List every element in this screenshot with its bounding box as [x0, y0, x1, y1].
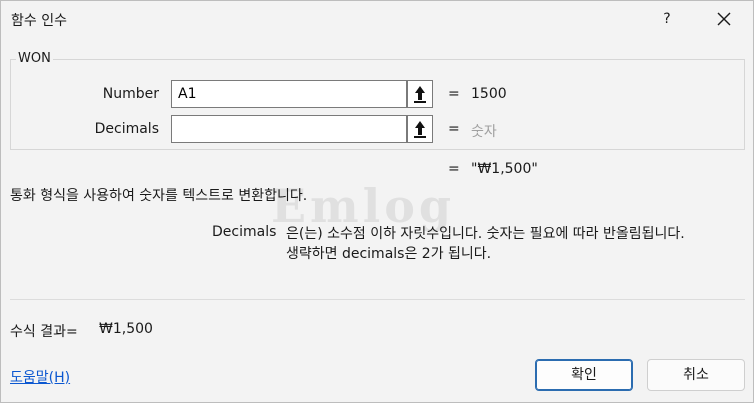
argument-name: Decimals	[212, 224, 277, 240]
collapse-arrow-icon	[414, 121, 426, 138]
function-name: WON	[16, 51, 53, 66]
title-bar: 함수 인수 ?	[1, 1, 753, 39]
function-description: 통화 형식을 사용하여 숫자를 텍스트로 변환합니다.	[10, 188, 308, 204]
cancel-button[interactable]: 취소	[647, 359, 745, 391]
decimals-collapse-button[interactable]	[407, 115, 433, 143]
separator	[10, 299, 745, 300]
number-label: Number	[102, 86, 159, 102]
close-button[interactable]	[709, 5, 739, 33]
number-input[interactable]	[171, 80, 407, 108]
window-title: 함수 인수	[11, 13, 67, 29]
formula-result-label: 수식 결과=	[10, 324, 78, 340]
number-equals: =	[448, 86, 460, 102]
overall-result: "₩1,500"	[471, 161, 538, 177]
number-result: 1500	[471, 86, 507, 102]
decimals-input[interactable]	[171, 115, 407, 143]
formula-result-value: ₩1,500	[99, 321, 153, 337]
argument-description: 은(는) 소수점 이하 자릿수입니다. 숫자는 필요에 따라 반올림됩니다. 생…	[286, 224, 746, 264]
decimals-result: 숫자	[471, 124, 497, 140]
decimals-label: Decimals	[94, 121, 159, 137]
argument-description-line1: 은(는) 소수점 이하 자릿수입니다. 숫자는 필요에 따라 반올림됩니다.	[286, 226, 685, 242]
decimals-equals: =	[448, 121, 460, 137]
argument-description-line2: 생략하면 decimals은 2가 됩니다.	[286, 246, 492, 262]
close-icon	[717, 12, 731, 26]
collapse-arrow-icon	[414, 86, 426, 103]
overall-equals: =	[448, 161, 460, 177]
help-button[interactable]: ?	[653, 5, 681, 33]
help-link[interactable]: 도움말(H)	[10, 367, 70, 387]
number-collapse-button[interactable]	[407, 80, 433, 108]
function-arguments-dialog: 함수 인수 ? WON Number = 1500 Decimals = 숫자 …	[0, 0, 754, 403]
ok-button[interactable]: 확인	[535, 359, 633, 391]
